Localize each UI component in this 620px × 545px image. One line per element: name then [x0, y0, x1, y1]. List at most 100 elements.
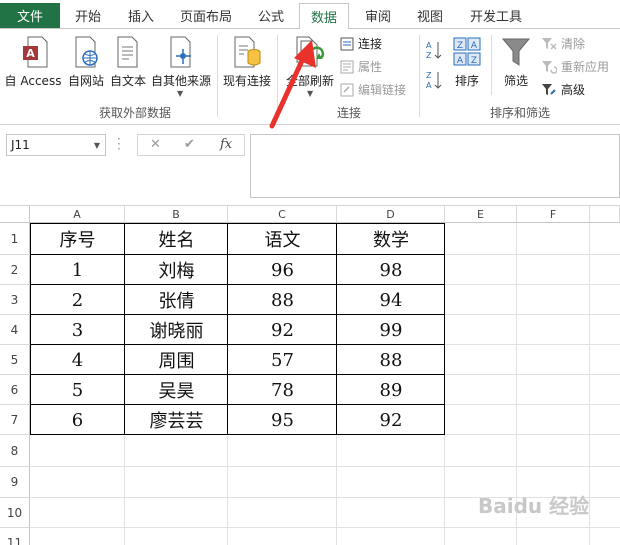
insert-function-icon[interactable]: fx: [220, 137, 232, 152]
tab-developer[interactable]: 开发工具: [458, 3, 534, 28]
svg-text:Z: Z: [426, 51, 432, 60]
column-header-e[interactable]: E: [445, 206, 517, 223]
table-cell[interactable]: 99: [337, 315, 445, 345]
filter-button[interactable]: 筛选: [496, 33, 536, 99]
column-header-f[interactable]: F: [517, 206, 590, 223]
table-cell[interactable]: 谢晓丽: [125, 315, 228, 345]
row-header-9[interactable]: 9: [0, 467, 30, 498]
cancel-icon[interactable]: ✕: [150, 137, 161, 152]
properties-label: 属性: [358, 60, 383, 74]
table-cell[interactable]: 96: [228, 255, 337, 285]
table-cell[interactable]: 吴昊: [125, 375, 228, 405]
enter-icon[interactable]: ✔: [184, 137, 195, 152]
svg-text:A: A: [426, 41, 432, 50]
tab-data[interactable]: 数据: [299, 3, 349, 29]
tab-review[interactable]: 审阅: [354, 3, 402, 28]
table-cell[interactable]: 张倩: [125, 285, 228, 315]
sort-button[interactable]: Z A A Z 排序: [448, 33, 486, 99]
row-header-2[interactable]: 2: [0, 255, 30, 285]
clear-filter-icon: [542, 37, 557, 50]
table-border: [30, 344, 445, 345]
watermark: Baidu 经验: [478, 494, 590, 518]
table-header-cell[interactable]: 数学: [337, 223, 445, 255]
table-border: [30, 434, 445, 435]
tab-formulas[interactable]: 公式: [246, 3, 296, 28]
svg-text:A: A: [471, 41, 478, 51]
table-border: [444, 223, 445, 435]
sort-descending-button[interactable]: Z A: [424, 69, 444, 91]
from-web-button[interactable]: 自网站: [64, 33, 108, 99]
table-cell[interactable]: 廖芸芸: [125, 405, 228, 435]
edit-links-button[interactable]: 编辑链接: [340, 81, 406, 98]
column-header-d[interactable]: D: [337, 206, 445, 223]
formula-input[interactable]: [250, 134, 620, 198]
reapply-label: 重新应用: [561, 60, 610, 74]
reapply-icon: [542, 60, 557, 74]
reapply-button[interactable]: 重新应用: [541, 58, 609, 75]
table-cell[interactable]: 95: [228, 405, 337, 435]
row-header-10[interactable]: 10: [0, 498, 30, 528]
tab-view[interactable]: 视图: [406, 3, 454, 28]
group-label-external-data: 获取外部数据: [98, 106, 171, 120]
row-header-8[interactable]: 8: [0, 435, 30, 467]
table-cell[interactable]: 89: [337, 375, 445, 405]
tab-file[interactable]: 文件: [0, 3, 60, 28]
table-header-cell[interactable]: 语文: [228, 223, 337, 255]
other-sources-icon: [170, 36, 191, 68]
table-cell[interactable]: 6: [30, 405, 125, 435]
table-cell[interactable]: 92: [337, 405, 445, 435]
row-header-6[interactable]: 6: [0, 375, 30, 405]
advanced-filter-button[interactable]: 高级: [541, 81, 585, 98]
table-cell[interactable]: 1: [30, 255, 125, 285]
column-header-a[interactable]: A: [30, 206, 125, 223]
sort-descending-icon: Z A: [426, 71, 442, 90]
table-cell[interactable]: 94: [337, 285, 445, 315]
properties-button[interactable]: 属性: [340, 58, 382, 75]
row-header-5[interactable]: 5: [0, 345, 30, 375]
table-border: [30, 223, 31, 435]
chevron-down-icon[interactable]: ▼: [94, 141, 100, 150]
tab-page-layout[interactable]: 页面布局: [170, 3, 242, 28]
table-cell[interactable]: 5: [30, 375, 125, 405]
tab-home[interactable]: 开始: [64, 3, 112, 28]
from-other-sources-button[interactable]: 自其他来源 ▼: [148, 33, 214, 99]
row-header-3[interactable]: 3: [0, 285, 30, 315]
sort-ascending-button[interactable]: A Z: [424, 39, 444, 61]
table-cell[interactable]: 88: [228, 285, 337, 315]
table-cell[interactable]: 刘梅: [125, 255, 228, 285]
table-cell[interactable]: 4: [30, 345, 125, 375]
group-label-connections: 连接: [336, 106, 361, 120]
table-cell[interactable]: 3: [30, 315, 125, 345]
table-cell[interactable]: 98: [337, 255, 445, 285]
column-header-partial[interactable]: [590, 206, 620, 223]
from-access-button[interactable]: A 自 Access: [2, 33, 64, 99]
table-cell[interactable]: 57: [228, 345, 337, 375]
column-header-b[interactable]: B: [125, 206, 228, 223]
formula-bar: J11 ▼ · · · ✕ ✔ fx: [0, 126, 620, 206]
select-all-corner[interactable]: [0, 206, 30, 223]
row-header-7[interactable]: 7: [0, 405, 30, 435]
column-header-c[interactable]: C: [228, 206, 337, 223]
connections-button[interactable]: 连接: [340, 35, 382, 52]
from-access-label: 自 Access: [4, 74, 62, 88]
table-cell[interactable]: 2: [30, 285, 125, 315]
table-cell[interactable]: 92: [228, 315, 337, 345]
table-cell[interactable]: 周围: [125, 345, 228, 375]
tab-insert[interactable]: 插入: [116, 3, 166, 28]
table-header-cell[interactable]: 序号: [30, 223, 125, 255]
more-options-icon[interactable]: · · ·: [117, 133, 121, 155]
name-box-value: J11: [11, 138, 30, 152]
table-border: [30, 223, 445, 224]
name-box[interactable]: J11 ▼: [6, 134, 106, 156]
connections-icon: [340, 37, 354, 50]
table-cell[interactable]: 88: [337, 345, 445, 375]
clear-filter-button[interactable]: 清除: [541, 35, 585, 52]
row-header-4[interactable]: 4: [0, 315, 30, 345]
row-header-1[interactable]: 1: [0, 223, 30, 255]
table-header-cell[interactable]: 姓名: [125, 223, 228, 255]
table-cell[interactable]: 78: [228, 375, 337, 405]
svg-text:Z: Z: [426, 71, 432, 80]
row-header-11[interactable]: 11: [0, 528, 30, 545]
text-file-icon: [117, 36, 138, 68]
from-text-button[interactable]: 自文本: [108, 33, 148, 99]
